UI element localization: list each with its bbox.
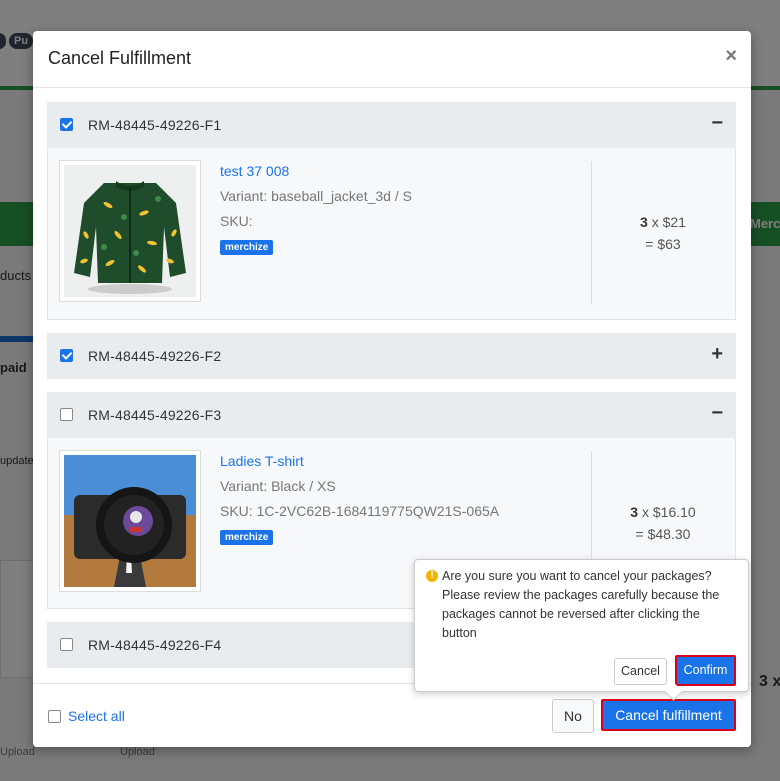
fulfillment-group-f3[interactable]: RM-48445-49226-F3 − [47,392,736,438]
group-checkbox-f3[interactable] [60,408,73,421]
fulfillment-group-f1[interactable]: RM-48445-49226-F1 − [47,102,736,148]
quantity-price: 3 x $21 = $63 [640,214,686,252]
line-total: = $63 [645,236,681,252]
cancel-fulfillment-button[interactable]: Cancel fulfillment [601,699,736,731]
group-checkbox-f2[interactable] [60,349,73,362]
supplier-badge: merchize [220,530,274,545]
unit-price: $16.10 [652,504,696,520]
tire-cover-image [64,455,196,587]
plus-icon[interactable]: + [711,343,723,366]
confirm-message: Are you sure you want to cancel your pac… [442,569,720,640]
product-image [59,160,201,302]
minus-icon[interactable]: − [711,402,723,425]
minus-icon[interactable]: − [711,112,723,135]
quantity-value: 3 [630,504,639,520]
fulfillment-item-panel-f1: test 37 008 Variant: baseball_jacket_3d … [47,148,736,320]
jacket-image [64,165,196,297]
product-sku: SKU: [220,213,253,229]
popover-confirm-button[interactable]: Confirm [675,655,736,686]
line-total: = $48.30 [635,526,691,542]
fulfillment-group-f2[interactable]: RM-48445-49226-F2 + [47,333,736,379]
group-checkbox-f1[interactable] [60,118,73,131]
tire-cover-illustration [64,455,196,587]
modal-header: Cancel Fulfillment × [33,31,751,88]
product-sku: SKU: 1C-2VC62B-1684119775QW21S-065A [220,503,500,519]
fulfillment-code: RM-48445-49226-F1 [88,117,222,133]
supplier-badge: merchize [220,240,274,255]
unit-price: $21 [662,214,686,230]
divider [591,161,592,304]
product-title-link[interactable]: Ladies T-shirt [220,453,304,469]
select-all-checkbox[interactable] [48,710,61,723]
fulfillment-code: RM-48445-49226-F4 [88,637,222,653]
warning-icon: ! [426,570,438,582]
fulfillment-code: RM-48445-49226-F2 [88,348,222,364]
close-icon[interactable]: × [725,45,737,68]
quantity-price: 3 x $16.10 = $48.30 [630,504,696,542]
quantity-value: 3 [640,214,648,230]
popover-cancel-button[interactable]: Cancel [614,658,667,685]
no-button[interactable]: No [552,699,594,733]
product-image [59,450,201,592]
group-checkbox-f4[interactable] [60,638,73,651]
modal-footer: Select all No Cancel fulfillment [33,683,751,748]
confirm-popover: ! Are you sure you want to cancel your p… [414,559,749,701]
product-variant: Variant: Black / XS [220,478,336,494]
fulfillment-code: RM-48445-49226-F3 [88,407,222,423]
select-all-label[interactable]: Select all [68,708,125,724]
product-title-link[interactable]: test 37 008 [220,163,289,179]
product-variant: Variant: baseball_jacket_3d / S [220,188,412,204]
modal-title: Cancel Fulfillment [48,48,192,68]
jacket-illustration [64,165,196,297]
